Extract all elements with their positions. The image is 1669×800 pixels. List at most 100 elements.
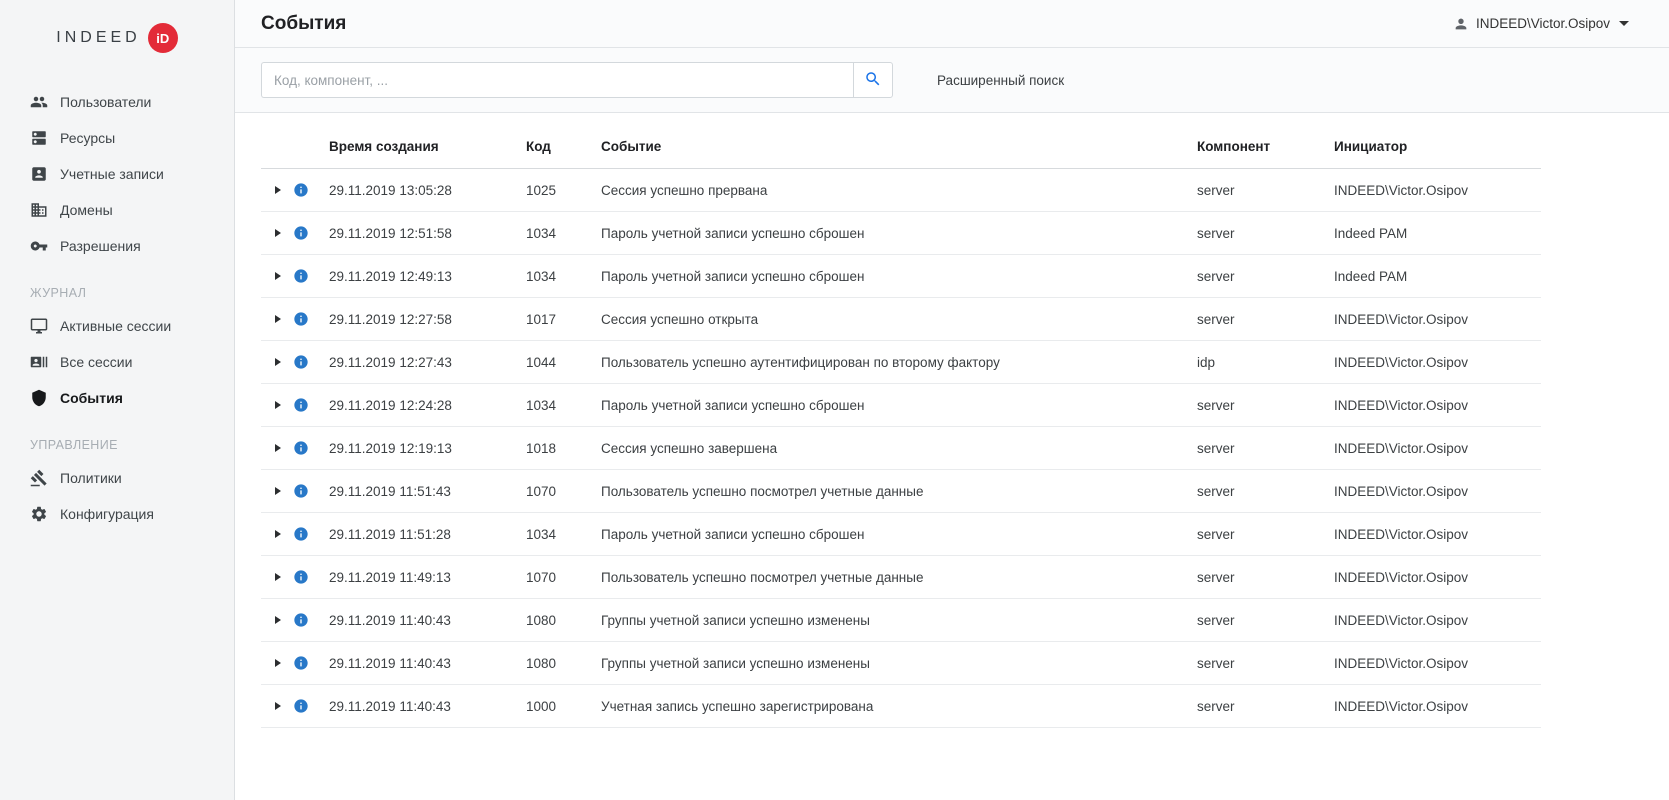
cell-event: Учетная запись успешно зарегистрирована — [601, 685, 1197, 728]
topbar: События INDEED\Victor.Osipov — [235, 0, 1669, 48]
cell-component: server — [1197, 599, 1334, 642]
info-icon[interactable] — [293, 268, 309, 284]
sidebar-item-label: Пользователи — [60, 94, 151, 110]
cell-time: 29.11.2019 12:51:58 — [329, 212, 526, 255]
cell-initiator: INDEED\Victor.Osipov — [1334, 427, 1541, 470]
cell-time: 29.11.2019 11:40:43 — [329, 599, 526, 642]
expand-row-icon[interactable] — [275, 358, 281, 366]
table-row: 29.11.2019 11:51:43 1070 Пользователь ус… — [261, 470, 1541, 513]
cell-initiator: INDEED\Victor.Osipov — [1334, 513, 1541, 556]
info-icon[interactable] — [293, 483, 309, 499]
table-row: 29.11.2019 12:19:13 1018 Сессия успешно … — [261, 427, 1541, 470]
cell-initiator: INDEED\Victor.Osipov — [1334, 169, 1541, 212]
sidebar-item-policies[interactable]: Политики — [0, 460, 234, 496]
expand-row-icon[interactable] — [275, 616, 281, 624]
col-event: Событие — [601, 119, 1197, 169]
sidebar-nav: Пользователи РесурсыУчетные записиДоменыР… — [0, 76, 234, 532]
table-row: 29.11.2019 13:05:28 1025 Сессия успешно … — [261, 169, 1541, 212]
info-icon[interactable] — [293, 698, 309, 714]
cell-component: server — [1197, 513, 1334, 556]
advanced-search-link[interactable]: Расширенный поиск — [937, 73, 1064, 88]
info-icon[interactable] — [293, 569, 309, 585]
expand-row-icon[interactable] — [275, 401, 281, 409]
cell-event: Сессия успешно открыта — [601, 298, 1197, 341]
col-controls — [261, 119, 329, 169]
sidebar-item-resources[interactable]: Ресурсы — [0, 120, 234, 156]
expand-row-icon[interactable] — [275, 315, 281, 323]
sidebar-item-active-sessions[interactable]: Активные сессии — [0, 308, 234, 344]
info-icon[interactable] — [293, 397, 309, 413]
cell-component: server — [1197, 298, 1334, 341]
cell-code: 1034 — [526, 255, 601, 298]
cell-code: 1034 — [526, 384, 601, 427]
table-row: 29.11.2019 11:49:13 1070 Пользователь ус… — [261, 556, 1541, 599]
info-icon[interactable] — [293, 311, 309, 327]
cell-component: server — [1197, 255, 1334, 298]
info-icon[interactable] — [293, 182, 309, 198]
cell-component: server — [1197, 642, 1334, 685]
table-row: 29.11.2019 11:40:43 1000 Учетная запись … — [261, 685, 1541, 728]
cell-component: server — [1197, 470, 1334, 513]
expand-row-icon[interactable] — [275, 530, 281, 538]
cell-code: 1080 — [526, 599, 601, 642]
person-icon — [1453, 16, 1469, 32]
search-bar: Расширенный поиск — [235, 48, 1669, 113]
cell-component: server — [1197, 556, 1334, 599]
table-row: 29.11.2019 11:51:28 1034 Пароль учетной … — [261, 513, 1541, 556]
sidebar-item-domains[interactable]: Домены — [0, 192, 234, 228]
events-icon — [30, 389, 48, 407]
active-sessions-icon — [30, 317, 48, 335]
cell-event: Пароль учетной записи успешно сброшен — [601, 212, 1197, 255]
sidebar-item-label: Политики — [60, 470, 122, 486]
cell-component: server — [1197, 169, 1334, 212]
sidebar-item-label: События — [60, 390, 123, 406]
caret-down-icon — [1619, 21, 1629, 26]
configuration-icon — [30, 505, 48, 523]
info-icon[interactable] — [293, 612, 309, 628]
sidebar-item-accounts[interactable]: Учетные записи — [0, 156, 234, 192]
sidebar-item-permissions[interactable]: Разрешения — [0, 228, 234, 264]
all-sessions-icon — [30, 353, 48, 371]
info-icon[interactable] — [293, 526, 309, 542]
cell-event: Пароль учетной записи успешно сброшен — [601, 513, 1197, 556]
table-header-row: Время создания Код Событие Компонент Ини… — [261, 119, 1541, 169]
cell-time: 29.11.2019 12:49:13 — [329, 255, 526, 298]
cell-time: 29.11.2019 11:49:13 — [329, 556, 526, 599]
search-input[interactable] — [261, 62, 853, 98]
table-row: 29.11.2019 12:27:43 1044 Пользователь ус… — [261, 341, 1541, 384]
main-content: События INDEED\Victor.Osipov Расширенный… — [235, 0, 1669, 800]
sidebar-item-users[interactable]: Пользователи — [0, 84, 234, 120]
info-icon[interactable] — [293, 440, 309, 456]
cell-initiator: Indeed PAM — [1334, 255, 1541, 298]
events-table: Время создания Код Событие Компонент Ини… — [261, 119, 1541, 728]
info-icon[interactable] — [293, 225, 309, 241]
cell-event: Группы учетной записи успешно изменены — [601, 642, 1197, 685]
expand-row-icon[interactable] — [275, 229, 281, 237]
expand-row-icon[interactable] — [275, 186, 281, 194]
expand-row-icon[interactable] — [275, 702, 281, 710]
cell-component: server — [1197, 427, 1334, 470]
search-group — [261, 62, 893, 98]
logo-badge-icon: iD — [148, 23, 178, 53]
expand-row-icon[interactable] — [275, 573, 281, 581]
table-row: 29.11.2019 12:24:28 1034 Пароль учетной … — [261, 384, 1541, 427]
sidebar-item-all-sessions[interactable]: Все сессии — [0, 344, 234, 380]
domains-icon — [30, 201, 48, 219]
expand-row-icon[interactable] — [275, 272, 281, 280]
cell-initiator: INDEED\Victor.Osipov — [1334, 470, 1541, 513]
app-logo[interactable]: INDEED iD — [0, 0, 234, 76]
sidebar-item-events[interactable]: События — [0, 380, 234, 416]
cell-code: 1000 — [526, 685, 601, 728]
expand-row-icon[interactable] — [275, 444, 281, 452]
cell-event: Пользователь успешно аутентифицирован по… — [601, 341, 1197, 384]
expand-row-icon[interactable] — [275, 487, 281, 495]
expand-row-icon[interactable] — [275, 659, 281, 667]
cell-code: 1080 — [526, 642, 601, 685]
search-button[interactable] — [853, 62, 893, 98]
cell-code: 1017 — [526, 298, 601, 341]
cell-time: 29.11.2019 11:40:43 — [329, 685, 526, 728]
sidebar-item-configuration[interactable]: Конфигурация — [0, 496, 234, 532]
info-icon[interactable] — [293, 354, 309, 370]
user-menu[interactable]: INDEED\Victor.Osipov — [1453, 16, 1643, 32]
info-icon[interactable] — [293, 655, 309, 671]
